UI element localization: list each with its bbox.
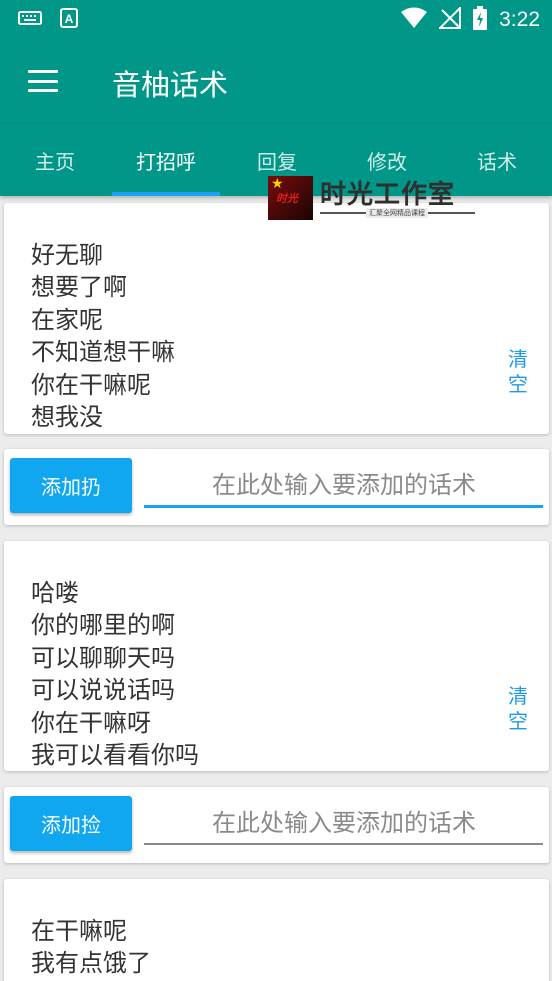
- status-bar: A 3:22: [0, 0, 552, 38]
- phrase-item: 在家呢: [31, 305, 103, 334]
- phrase-item: 你在干嘛呢: [31, 370, 151, 399]
- phrase-item: 可以聊聊天吗: [31, 643, 175, 672]
- phrase-list: 哈喽 你的哪里的啊 可以聊聊天吗 可以说说话吗 你在干嘛呀 我可以看看你吗: [31, 577, 199, 771]
- status-time: 3:22: [499, 8, 540, 31]
- phrase-list: 好无聊 想要了啊 在家呢 不知道想干嘛 你在干嘛呢 想我没: [31, 239, 175, 433]
- a-notification-icon: A: [60, 8, 78, 32]
- clear-button[interactable]: 清 空: [507, 684, 529, 734]
- watermark-title: 时光工作室: [320, 180, 456, 210]
- menu-icon[interactable]: [28, 70, 58, 92]
- no-signal-icon: [437, 5, 462, 33]
- phrase-item: 我有点饿了: [31, 949, 151, 978]
- phrase-item: 不知道想干嘛: [31, 338, 175, 367]
- app-bar: 音柚话术: [0, 38, 552, 124]
- tab-greeting[interactable]: 打招呼: [110, 124, 222, 196]
- watermark-subtitle: 汇聚全网精品课程: [366, 208, 428, 218]
- phrase-card: 在干嘛呢 我有点饿了: [4, 879, 549, 981]
- phrase-item: 想我没: [31, 403, 103, 432]
- input-underline: [144, 843, 543, 845]
- add-button[interactable]: 添加扔: [10, 458, 132, 513]
- wifi-icon: [401, 7, 428, 33]
- battery-charging-icon: [473, 6, 488, 34]
- phrase-item: 你在干嘛呀: [31, 708, 151, 737]
- svg-text:A: A: [65, 12, 74, 26]
- phrase-input[interactable]: [144, 463, 544, 507]
- phrase-item: 你的哪里的啊: [31, 611, 175, 640]
- add-phrase-card: 添加扔: [4, 449, 549, 525]
- input-underline: [144, 505, 543, 508]
- phrase-list: 在干嘛呢 我有点饿了: [31, 915, 151, 980]
- clear-button[interactable]: 清 空: [507, 347, 529, 397]
- watermark-logo: ★ 时光: [268, 176, 313, 220]
- phrase-card: 哈喽 你的哪里的啊 可以聊聊天吗 可以说说话吗 你在干嘛呀 我可以看看你吗 清 …: [4, 541, 549, 771]
- phrase-item: 可以说说话吗: [31, 676, 175, 705]
- phrase-item: 想要了啊: [31, 273, 127, 302]
- add-button[interactable]: 添加捡: [10, 796, 132, 851]
- tab-indicator: [112, 192, 220, 196]
- phrase-item: 好无聊: [31, 241, 103, 269]
- add-phrase-card: 添加捡: [4, 787, 549, 863]
- tab-home[interactable]: 主页: [0, 124, 110, 196]
- phrase-item: 我可以看看你吗: [31, 741, 199, 770]
- phrase-item: 在干嘛呢: [31, 917, 127, 945]
- phrase-input[interactable]: [144, 801, 544, 845]
- keyboard-icon: [18, 10, 42, 30]
- watermark: ★ 时光 时光工作室 汇聚全网精品课程: [268, 176, 478, 220]
- phrase-item: 哈喽: [31, 579, 79, 607]
- phrase-card: 好无聊 想要了啊 在家呢 不知道想干嘛 你在干嘛呢 想我没 清 空: [4, 203, 549, 434]
- app-title: 音柚话术: [112, 68, 229, 102]
